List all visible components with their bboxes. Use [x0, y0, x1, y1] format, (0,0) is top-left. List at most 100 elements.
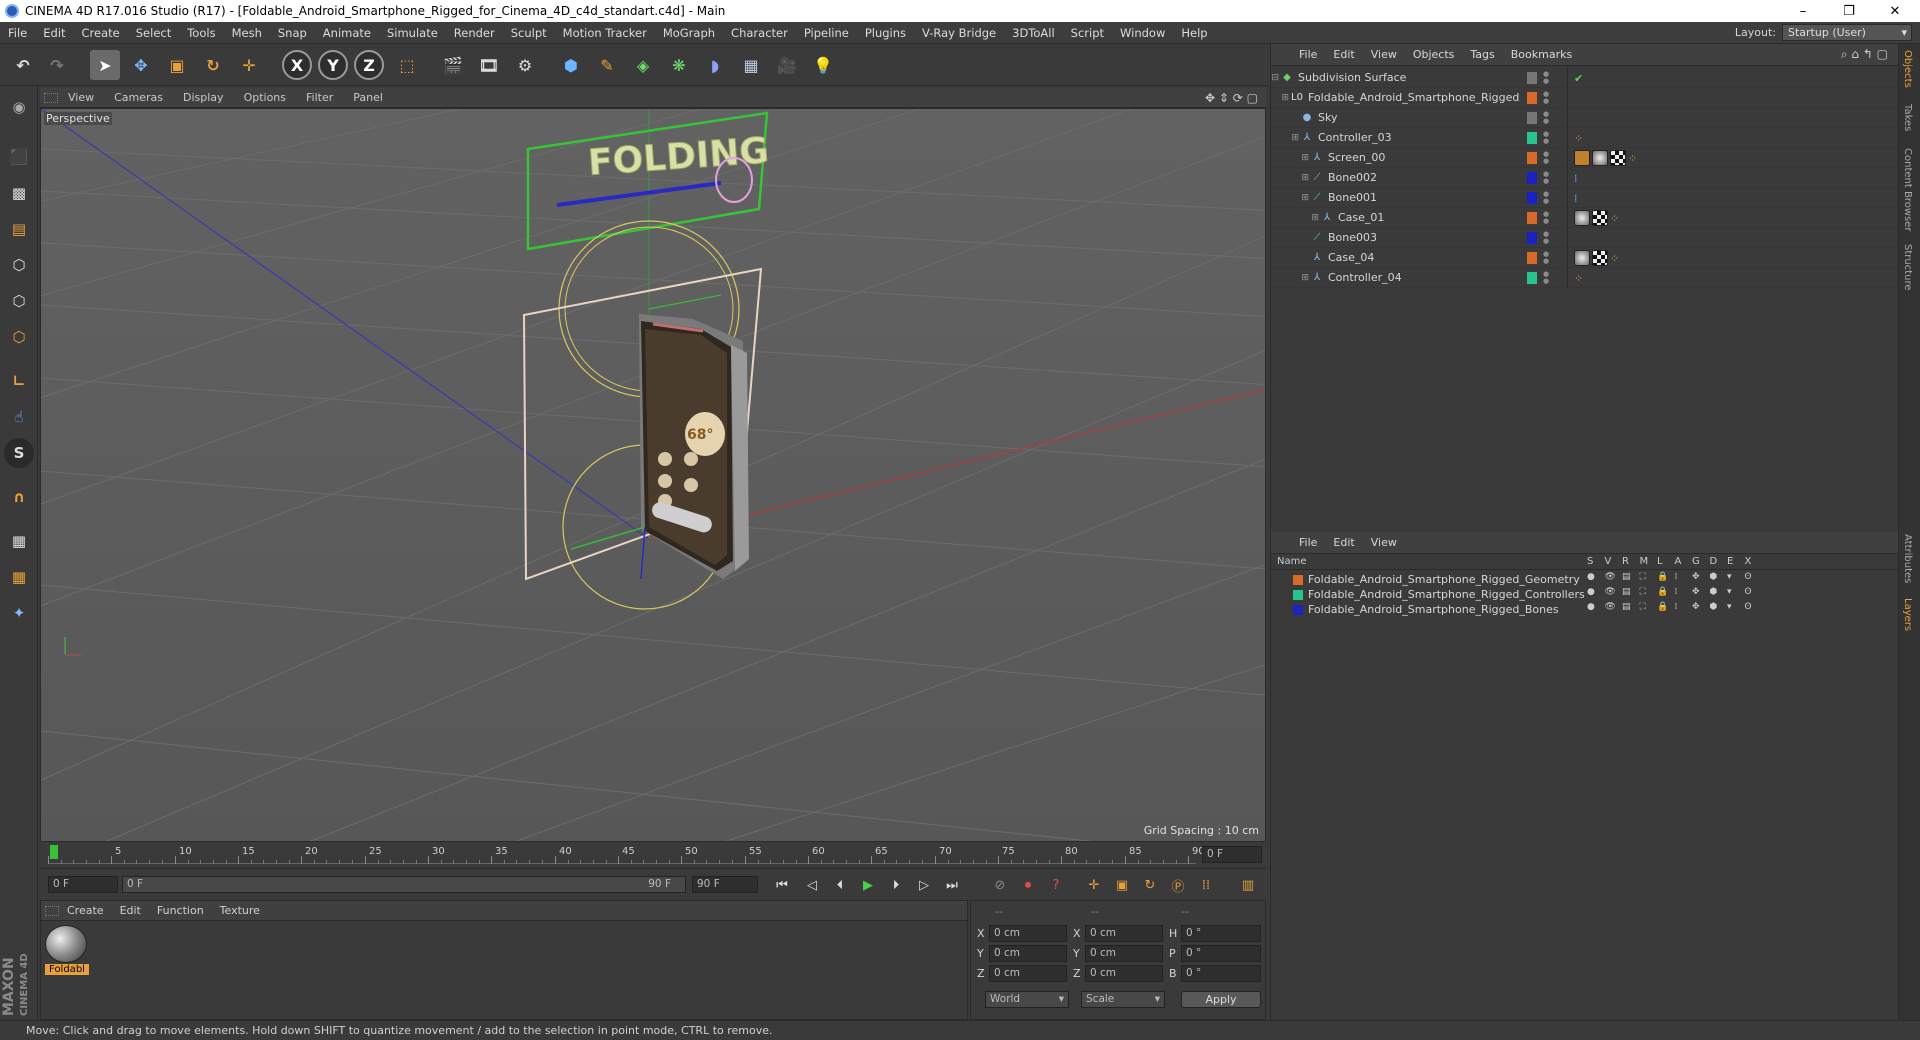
material-tag-icon[interactable] — [1592, 150, 1608, 166]
object-row[interactable]: ⊞ ⟋ Bone002 ● ● ⁞ — [1271, 168, 1899, 188]
object-row[interactable]: ● Sky ● ● — [1271, 108, 1899, 128]
viewport-camera-label[interactable]: Perspective — [44, 112, 112, 125]
layer-toggle-l-icon[interactable]: 🔒 — [1657, 572, 1668, 582]
layer-color-swatch[interactable] — [1527, 152, 1537, 164]
texture-tag-icon[interactable] — [1592, 250, 1608, 266]
menu-simulate[interactable]: Simulate — [379, 26, 446, 40]
layer-toggle-m-icon[interactable]: ⛶ — [1640, 587, 1646, 597]
tweak-mode-icon[interactable]: ☝ — [4, 402, 34, 432]
layer-toggle-g-icon[interactable]: ✥ — [1692, 572, 1700, 582]
visibility-dots[interactable]: ● ● — [1543, 91, 1549, 105]
visibility-dots[interactable]: ● ● — [1543, 211, 1549, 225]
layer-toggle-d-icon[interactable]: ⬢ — [1710, 572, 1718, 582]
scale-icon[interactable]: ▣ — [162, 50, 192, 80]
tree-expand-icon[interactable]: ⊞ — [1271, 213, 1321, 223]
layer-toggle-g-icon[interactable]: ✥ — [1692, 587, 1700, 597]
floor-icon[interactable]: ▦ — [736, 50, 766, 80]
material-tag-icon[interactable] — [1574, 210, 1590, 226]
menu-select[interactable]: Select — [128, 26, 179, 40]
layer-color-swatch[interactable] — [1527, 112, 1537, 124]
material-menu-edit[interactable]: Edit — [112, 904, 149, 917]
om-toolbar-icons[interactable]: ⌕ ⌂ ↰ ▢ — [1841, 47, 1888, 62]
layer-column-name[interactable]: Name — [1277, 556, 1307, 567]
side-tab-layers[interactable]: Layers — [1902, 598, 1913, 631]
visibility-dots[interactable]: ● ● — [1543, 251, 1549, 265]
playhead-marker[interactable] — [50, 845, 58, 859]
position-y-field[interactable]: 0 cm — [989, 945, 1067, 962]
texture-tag-icon[interactable] — [1610, 150, 1626, 166]
points-mode-icon[interactable]: ⬡ — [4, 250, 34, 280]
key-pla-icon[interactable]: ⁞⁞ — [1194, 874, 1218, 896]
subdivision-surface-icon[interactable]: ◈ — [628, 50, 658, 80]
visibility-dots[interactable]: ● ● — [1543, 111, 1549, 125]
next-frame-icon[interactable]: ⏵ — [884, 874, 908, 896]
menu-animate[interactable]: Animate — [315, 26, 379, 40]
tree-expand-icon[interactable]: ⊞ — [1271, 133, 1301, 143]
menu-3dtoall[interactable]: 3DToAll — [1004, 26, 1063, 40]
menu-help[interactable]: Help — [1173, 26, 1215, 40]
viewport-menu-cameras[interactable]: Cameras — [104, 91, 173, 104]
position-z-field[interactable]: 0 cm — [989, 965, 1067, 982]
lm-menu-view[interactable]: View — [1363, 536, 1405, 549]
rotate-icon[interactable]: ↻ — [198, 50, 228, 80]
layout-dropdown[interactable]: Startup (User) ▾ — [1782, 24, 1912, 41]
side-tab-structure[interactable]: Structure — [1902, 244, 1913, 291]
material-tag-icon[interactable] — [1574, 250, 1590, 266]
layer-color-swatch[interactable] — [1527, 212, 1537, 224]
object-row[interactable]: ⅄ Case_04 ● ● ⁘ — [1271, 248, 1899, 268]
material-swatch[interactable]: Foldabl — [45, 925, 89, 977]
move-icon[interactable]: ✥ — [126, 50, 156, 80]
render-view-icon[interactable]: 🎬 — [438, 50, 468, 80]
menu-window[interactable]: Window — [1112, 26, 1173, 40]
layer-toggle-r-icon[interactable]: ▤ — [1622, 572, 1631, 582]
layer-color-swatch[interactable] — [1527, 252, 1537, 264]
viewport-menu-panel[interactable]: Panel — [343, 91, 393, 104]
coordinate-system-icon[interactable]: ⬚ — [392, 50, 422, 80]
layer-toggle-x-icon[interactable]: ʘ — [1745, 602, 1752, 612]
lm-menu-edit[interactable]: Edit — [1325, 536, 1362, 549]
position-x-field[interactable]: 0 cm — [989, 925, 1067, 942]
record-active-icon[interactable]: ⏺ — [1016, 874, 1040, 896]
end-frame-field[interactable]: 90 F — [692, 876, 758, 893]
make-editable-icon[interactable]: ◉ — [4, 92, 34, 122]
live-selection-icon[interactable]: ✛ — [234, 50, 264, 80]
tree-expand-icon[interactable]: ⊞ — [1271, 173, 1311, 183]
weight-tag-icon[interactable] — [1574, 150, 1590, 166]
layer-column-s[interactable]: S — [1587, 556, 1593, 567]
tree-expand-icon[interactable]: ⊞ — [1271, 153, 1311, 163]
menu-pipeline[interactable]: Pipeline — [796, 26, 857, 40]
snap-icon[interactable]: S — [4, 438, 34, 468]
texture-mode-icon[interactable]: ▩ — [4, 178, 34, 208]
visibility-dots[interactable]: ● ● — [1543, 71, 1549, 85]
tree-expand-icon[interactable]: ⊟ — [1271, 73, 1281, 83]
menu-edit[interactable]: Edit — [35, 26, 73, 40]
side-tab-takes[interactable]: Takes — [1902, 104, 1913, 131]
spline-pen-icon[interactable]: ✎ — [592, 50, 622, 80]
layer-toggle-d-icon[interactable]: ⬢ — [1710, 587, 1718, 597]
layer-row[interactable]: Foldable_Android_Smartphone_Rigged_Geome… — [1271, 572, 1899, 587]
om-menu-edit[interactable]: Edit — [1325, 48, 1362, 61]
side-tab-objects[interactable]: Objects — [1902, 50, 1913, 88]
layer-color-swatch[interactable] — [1527, 132, 1537, 144]
viewport-nav-icons[interactable]: ✥ ⇕ ⟳ ▢ — [1205, 91, 1258, 105]
axis-mode-icon[interactable]: ∟ — [4, 366, 34, 396]
ik-tag-icon[interactable]: ⁘ — [1610, 212, 1619, 225]
cube-primitive-icon[interactable]: ⬢ — [556, 50, 586, 80]
layer-column-l[interactable]: L — [1657, 556, 1663, 567]
layer-column-g[interactable]: G — [1692, 556, 1700, 567]
magnet-icon[interactable]: ∩ — [4, 482, 34, 512]
key-parameter-icon[interactable]: Ⓟ — [1166, 874, 1190, 896]
go-to-start-icon[interactable]: ⏮ — [770, 874, 794, 896]
layer-toggle-m-icon[interactable]: ⛶ — [1640, 602, 1646, 612]
key-position-icon[interactable]: ✛ — [1082, 874, 1106, 896]
redo-icon[interactable]: ↷ — [42, 50, 72, 80]
visibility-dots[interactable]: ● ● — [1543, 171, 1549, 185]
menu-create[interactable]: Create — [74, 26, 128, 40]
layer-toggle-l-icon[interactable]: 🔒 — [1657, 587, 1668, 597]
3d-viewport[interactable]: FOLDING 68° Perspective Grid Spacing: 1… — [40, 108, 1266, 842]
layer-toggle-a-icon[interactable]: ⁞ — [1675, 602, 1678, 612]
viewport-menu-options[interactable]: Options — [234, 91, 296, 104]
visibility-dots[interactable]: ● ● — [1543, 231, 1549, 245]
material-menu-create[interactable]: Create — [59, 904, 112, 917]
material-menu-texture[interactable]: Texture — [212, 904, 268, 917]
